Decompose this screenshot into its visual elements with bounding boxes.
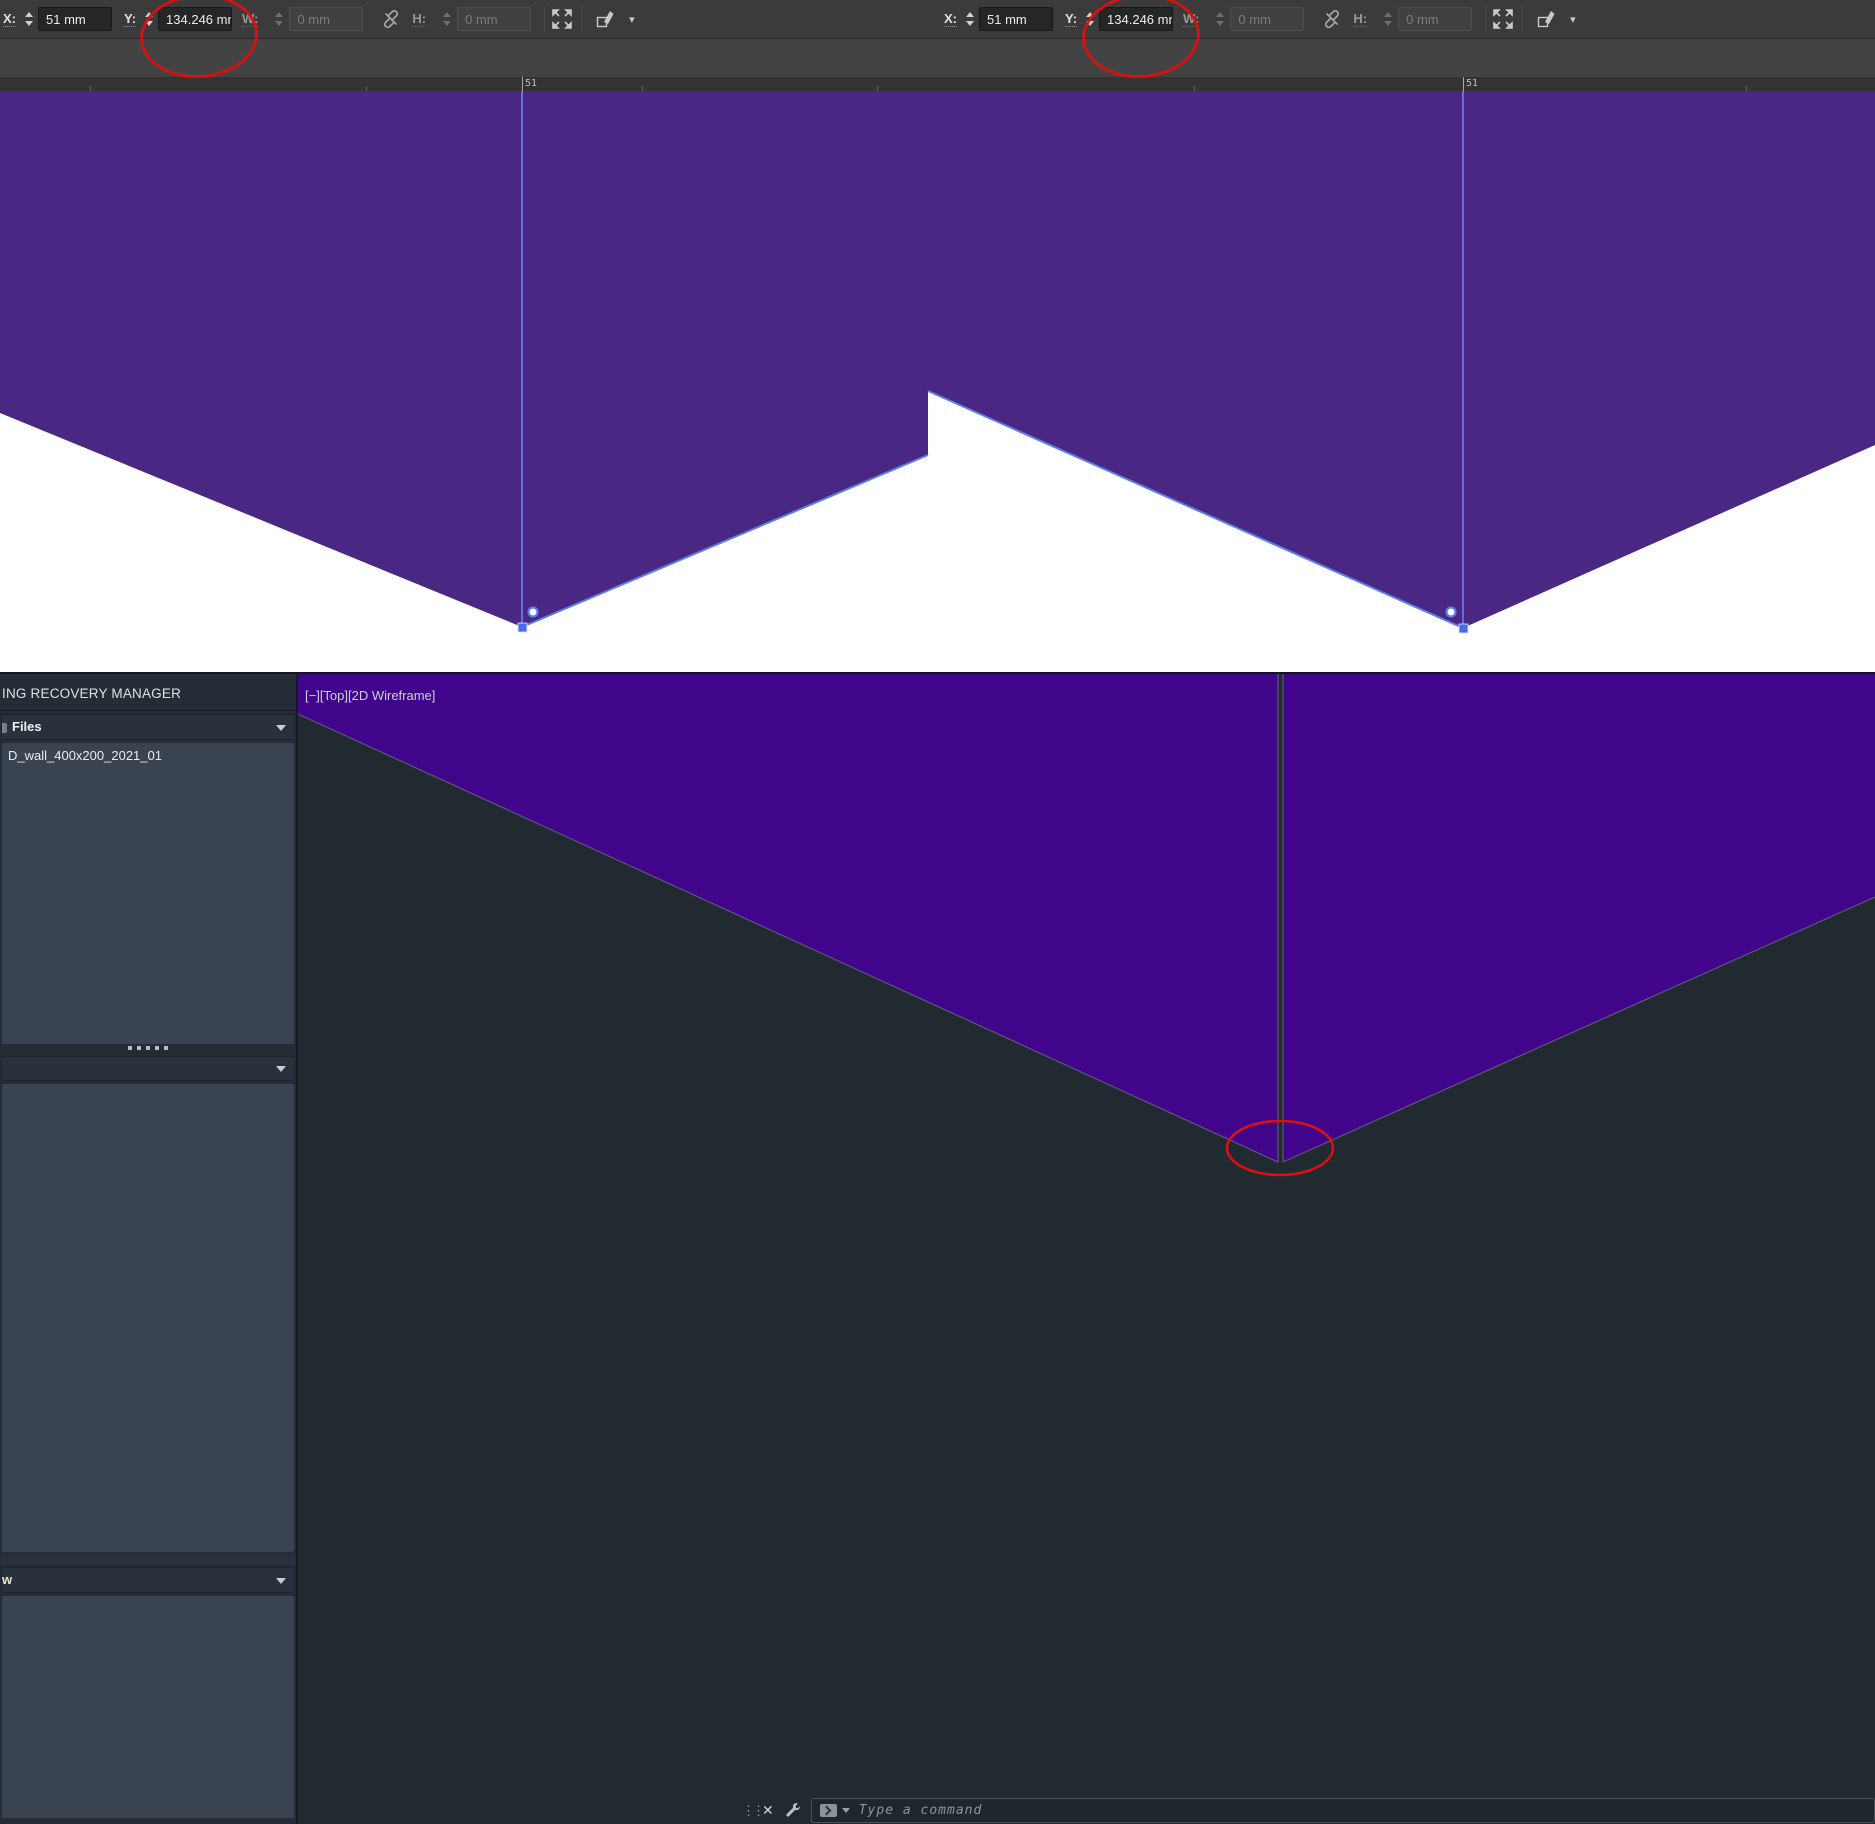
h-stepper <box>1381 7 1395 31</box>
anchor-ring-left <box>527 606 539 618</box>
anchor-point-right <box>1458 623 1469 634</box>
close-icon[interactable]: ✕ <box>762 1802 774 1819</box>
ruler-marker-right: 51 <box>1463 77 1478 91</box>
details-box[interactable] <box>1 1083 295 1553</box>
free-transform-icon[interactable] <box>551 8 573 30</box>
ruler-marker-label: 51 <box>1466 78 1479 89</box>
panel-title: ING RECOVERY MANAGER <box>2 686 182 701</box>
chevron-down-icon[interactable]: ▾ <box>629 13 635 26</box>
h-label: H: <box>1353 11 1368 27</box>
files-section-header[interactable]: Files <box>1 714 295 740</box>
drawing-recovery-panel: ING RECOVERY MANAGER Files D_wall_400x20… <box>0 674 298 1824</box>
panel-splitter[interactable] <box>0 1046 296 1050</box>
file-item[interactable]: D_wall_400x200_2021_01 <box>8 748 162 763</box>
ruler-marker-label: 51 <box>525 78 538 89</box>
horizontal-ruler[interactable]: 51 51 <box>0 77 1875 91</box>
viewport-controls-label[interactable]: [−][Top][2D Wireframe] <box>305 688 435 703</box>
command-placeholder: Type a command <box>858 1803 983 1818</box>
preview-section-header[interactable]: w <box>1 1567 295 1593</box>
anchor-ring-right <box>1445 606 1457 618</box>
y-label: Y: <box>1065 11 1078 27</box>
folder-icon <box>2 723 7 733</box>
h-input: 0 mm <box>457 7 532 31</box>
w-input: 0 mm <box>289 7 364 31</box>
ruler-marker-left: 51 <box>522 77 537 91</box>
chevron-down-icon[interactable] <box>841 1808 850 1813</box>
drag-handle[interactable]: ⋮⋮ <box>742 1804 765 1817</box>
purple-wall-shape <box>0 91 1875 628</box>
x-label: X: <box>3 11 16 27</box>
h-stepper <box>440 7 454 31</box>
wrench-icon[interactable] <box>784 1802 801 1819</box>
anchor-point-left <box>517 622 528 633</box>
y-label: Y: <box>124 11 137 27</box>
x-input[interactable]: 51 mm <box>38 7 112 31</box>
divider <box>0 710 296 711</box>
free-transform-icon[interactable] <box>1492 8 1514 30</box>
broken-link-icon[interactable] <box>381 9 401 29</box>
shape-edit-icon[interactable] <box>1537 9 1557 29</box>
h-label: H: <box>412 11 427 27</box>
transform-controls-group-2: X: 51 mm Y: 134.246 mr W: 0 mm H: 0 mm ▾ <box>944 0 1576 38</box>
w-stepper <box>1213 7 1227 31</box>
chevron-down-icon <box>276 725 286 731</box>
chevron-down-icon <box>276 1066 286 1072</box>
model-viewport[interactable] <box>298 674 1875 1824</box>
screen: X: 51 mm Y: 134.246 mr W: 0 mm H: 0 mm ▾ <box>0 0 1875 1824</box>
h-input: 0 mm <box>1398 7 1473 31</box>
x-input[interactable]: 51 mm <box>979 7 1053 31</box>
broken-link-icon[interactable] <box>1322 9 1342 29</box>
w-input: 0 mm <box>1230 7 1305 31</box>
x-stepper[interactable] <box>22 7 36 31</box>
x-stepper[interactable] <box>963 7 977 31</box>
chevron-down-icon <box>276 1578 286 1584</box>
autocad-window: [−][Top][2D Wireframe] ING RECOVERY MANA… <box>0 672 1875 1824</box>
wall-shapes-graphic <box>0 91 1875 634</box>
transform-controls-group-1: X: 51 mm Y: 134.246 mr W: 0 mm H: 0 mm ▾ <box>3 0 635 38</box>
files-tree[interactable]: D_wall_400x200_2021_01 <box>1 742 295 1045</box>
control-panel-band <box>0 39 1875 77</box>
preview-box[interactable] <box>1 1595 295 1819</box>
w-stepper <box>272 7 286 31</box>
details-section-header[interactable] <box>1 1056 295 1081</box>
shape-edit-icon[interactable] <box>596 9 616 29</box>
x-label: X: <box>944 11 957 27</box>
files-header-label: Files <box>12 719 42 734</box>
command-bar: ⋮⋮ ✕ Type a command <box>742 1797 1875 1824</box>
command-input[interactable]: Type a command <box>810 1798 1875 1823</box>
collapsed-splitter[interactable] <box>1 1555 295 1565</box>
properties-toolbar: X: 51 mm Y: 134.246 mr W: 0 mm H: 0 mm ▾ <box>0 0 1875 39</box>
chevron-down-icon[interactable]: ▾ <box>1570 13 1576 26</box>
command-prompt-icon[interactable] <box>819 1804 837 1817</box>
artboard-canvas[interactable] <box>0 91 1875 672</box>
clipped-header-label: w <box>2 1572 13 1587</box>
